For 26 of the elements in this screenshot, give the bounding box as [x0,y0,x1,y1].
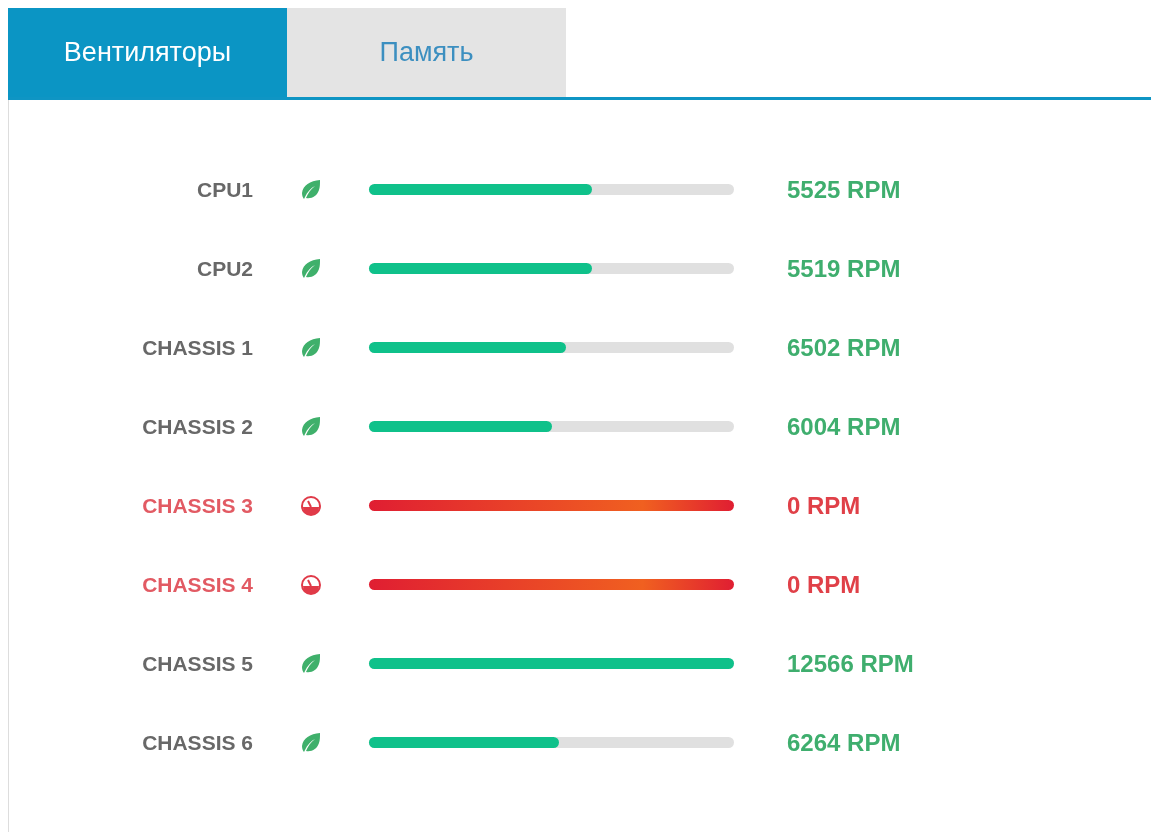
fan-speed: 6502 RPM [787,333,901,362]
fan-label: CPU2 [195,256,253,281]
fan-label: CHASSIS 2 [141,414,253,439]
fan-label: CHASSIS 5 [141,651,253,676]
leaf-icon [300,178,322,201]
fan-label: CHASSIS 1 [141,335,253,360]
leaf-icon [300,257,322,280]
fan-label: CPU1 [195,177,253,202]
tab[interactable]: Вентиляторы [8,8,287,97]
fan-speed: 5519 RPM [787,254,901,283]
fan-speed: 6004 RPM [787,412,901,441]
fan-label: CHASSIS 3 [141,493,253,518]
fan-speed: 5525 RPM [787,175,901,204]
leaf-icon [300,652,322,675]
fan-label: CHASSIS 6 [141,730,253,755]
fan-speed: 6264 RPM [787,728,901,757]
fan-label: CHASSIS 4 [141,572,253,597]
fan-speed: 0 RPM [787,570,861,599]
tab[interactable]: Память [287,8,566,97]
leaf-icon [300,336,322,359]
fan-speed: 12566 RPM [787,649,914,678]
fan-speed: 0 RPM [787,491,861,520]
gauge-icon [300,573,322,596]
leaf-icon [300,731,322,754]
gauge-icon [300,494,322,517]
leaf-icon [300,415,322,438]
